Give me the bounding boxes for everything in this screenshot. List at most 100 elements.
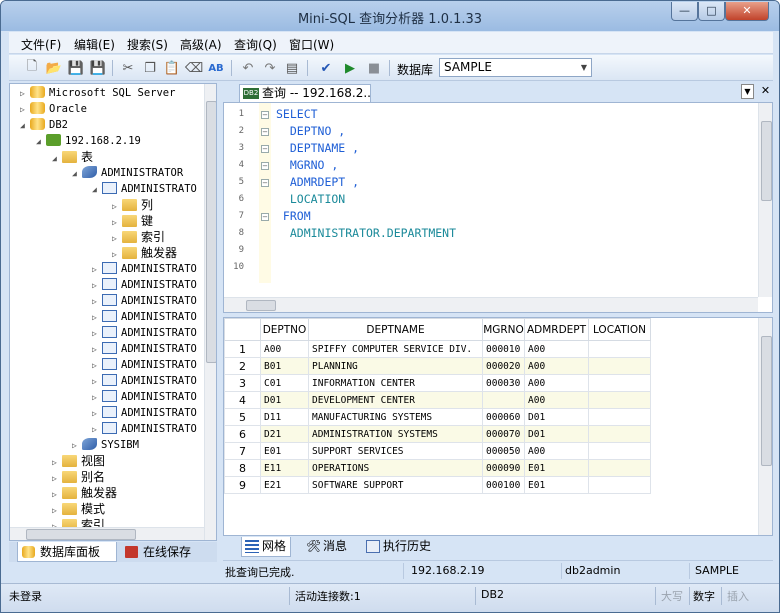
expand-arrow-icon[interactable]: ▷	[92, 262, 102, 278]
tree-node[interactable]: ▷ ADMINISTRATO	[92, 293, 197, 309]
tab-messages[interactable]: 🛠 消息	[303, 537, 347, 557]
table-cell[interactable]	[588, 425, 651, 443]
tree-node[interactable]: ▷ ADMINISTRATO	[92, 261, 197, 277]
table-cell[interactable]: INFORMATION CENTER	[308, 374, 483, 392]
table-cell[interactable]: 000060	[482, 408, 525, 426]
tree-node[interactable]: ▷ ADMINISTRATO	[92, 309, 197, 325]
tree-node[interactable]: ▷ ADMINISTRATO	[92, 357, 197, 373]
fold-toggle-icon[interactable]: −	[261, 111, 269, 119]
close-button[interactable]: ✕	[725, 2, 769, 21]
menu-window[interactable]: 窗口(W)	[289, 36, 334, 53]
editor-horizontal-scrollbar[interactable]	[224, 297, 758, 312]
table-cell[interactable]: MANUFACTURING SYSTEMS	[308, 408, 483, 426]
results-vertical-scrollbar[interactable]	[758, 318, 772, 535]
table-row[interactable]: 4 D01 DEVELOPMENT CENTER A00	[224, 391, 651, 409]
table-cell[interactable]: 000100	[482, 476, 525, 494]
table-cell[interactable]: 000070	[482, 425, 525, 443]
column-header[interactable]: ADMRDEPT	[524, 318, 589, 341]
tab-list-dropdown-icon[interactable]: ▼	[741, 84, 754, 99]
table-cell[interactable]: ADMINISTRATION SYSTEMS	[308, 425, 483, 443]
table-cell[interactable]: E11	[260, 459, 309, 477]
tree-node[interactable]: ▷ 触发器	[52, 485, 117, 501]
expand-arrow-icon[interactable]: ▷	[92, 358, 102, 374]
tree-node[interactable]: ▷ ADMINISTRATO	[92, 421, 197, 437]
expand-arrow-icon[interactable]: ▷	[92, 294, 102, 310]
table-cell[interactable]: A00	[524, 391, 589, 409]
row-number[interactable]: 8	[224, 459, 261, 477]
table-row[interactable]: 2 B01 PLANNING 000020 A00	[224, 357, 651, 375]
table-cell[interactable]: D01	[524, 425, 589, 443]
table-cell[interactable]: D11	[260, 408, 309, 426]
cut-icon[interactable]: ✂	[119, 59, 137, 77]
close-tab-icon[interactable]: ✕	[759, 84, 772, 99]
collapse-arrow-icon[interactable]: ◢	[52, 151, 62, 167]
tree-node[interactable]: ▷ Oracle	[20, 101, 87, 117]
redo-icon[interactable]: ↷	[261, 59, 279, 77]
replace-icon[interactable]: AB	[207, 59, 225, 77]
row-number[interactable]: 1	[224, 340, 261, 358]
row-number[interactable]: 4	[224, 391, 261, 409]
tab-database-panel[interactable]: 数据库面板	[17, 542, 117, 562]
table-row[interactable]: 1 A00 SPIFFY COMPUTER SERVICE DIV. 000010 A0…	[224, 340, 651, 358]
table-cell[interactable]: 000050	[482, 442, 525, 460]
save-icon[interactable]: 💾	[67, 59, 85, 77]
tree-node[interactable]: ▷ ADMINISTRATO	[92, 325, 197, 341]
tab-grid[interactable]: 网格	[241, 537, 291, 557]
fold-toggle-icon[interactable]: −	[261, 162, 269, 170]
tree-node[interactable]: ▷ 视图	[52, 453, 105, 469]
table-cell[interactable]: A00	[524, 442, 589, 460]
tree-node[interactable]: ▷ ADMINISTRATO	[92, 277, 197, 293]
collapse-arrow-icon[interactable]: ◢	[92, 182, 102, 198]
open-folder-icon[interactable]: 📂	[45, 59, 63, 77]
table-cell[interactable]: SOFTWARE SUPPORT	[308, 476, 483, 494]
table-cell[interactable]	[588, 442, 651, 460]
execute-icon[interactable]: ▶	[341, 59, 359, 77]
menu-search[interactable]: 搜索(S)	[127, 36, 168, 53]
tree-node[interactable]: ▷ ADMINISTRATO	[92, 341, 197, 357]
grid-corner[interactable]	[224, 318, 261, 341]
undo-icon[interactable]: ↶	[239, 59, 257, 77]
table-cell[interactable]: C01	[260, 374, 309, 392]
table-cell[interactable]: OPERATIONS	[308, 459, 483, 477]
table-cell[interactable]	[588, 357, 651, 375]
row-number[interactable]: 2	[224, 357, 261, 375]
table-cell[interactable]	[588, 408, 651, 426]
fold-toggle-icon[interactable]: −	[261, 179, 269, 187]
tree-horizontal-scrollbar[interactable]	[10, 527, 204, 540]
table-cell[interactable]: SPIFFY COMPUTER SERVICE DIV.	[308, 340, 483, 358]
save-all-icon[interactable]: 💾	[89, 59, 107, 77]
tree-node[interactable]: ▷ 别名	[52, 469, 105, 485]
expand-arrow-icon[interactable]: ▷	[92, 390, 102, 406]
row-number[interactable]: 5	[224, 408, 261, 426]
table-row[interactable]: 5 D11 MANUFACTURING SYSTEMS 000060 D01	[224, 408, 651, 426]
table-cell[interactable]: A00	[524, 340, 589, 358]
menu-query[interactable]: 查询(Q)	[234, 36, 277, 53]
table-cell[interactable]: PLANNING	[308, 357, 483, 375]
fold-toggle-icon[interactable]: −	[261, 128, 269, 136]
table-cell[interactable]: E01	[260, 442, 309, 460]
expand-arrow-icon[interactable]: ▷	[92, 422, 102, 438]
table-cell[interactable]: 000010	[482, 340, 525, 358]
tree-node[interactable]: ▷ Microsoft SQL Server	[20, 85, 175, 101]
tree-node[interactable]: ▷ ADMINISTRATO	[92, 405, 197, 421]
table-cell[interactable]: 000090	[482, 459, 525, 477]
tree-node[interactable]: ▷ 触发器	[112, 245, 177, 261]
results-grid[interactable]: DEPTNO DEPTNAME MGRNO ADMRDEPT LOCATION 1 A00…	[223, 317, 773, 536]
fold-toggle-icon[interactable]: −	[261, 145, 269, 153]
expand-arrow-icon[interactable]: ▷	[92, 310, 102, 326]
table-row[interactable]: 7 E01 SUPPORT SERVICES 000050 A00	[224, 442, 651, 460]
table-cell[interactable]: D01	[260, 391, 309, 409]
table-row[interactable]: 6 D21 ADMINISTRATION SYSTEMS 000070 D01	[224, 425, 651, 443]
collapse-arrow-icon[interactable]: ◢	[20, 118, 30, 134]
row-number[interactable]: 6	[224, 425, 261, 443]
table-cell[interactable]	[588, 374, 651, 392]
table-row[interactable]: 3 C01 INFORMATION CENTER 000030 A00	[224, 374, 651, 392]
row-number[interactable]: 9	[224, 476, 261, 494]
column-header[interactable]: LOCATION	[588, 318, 651, 341]
fold-toggle-icon[interactable]: −	[261, 213, 269, 221]
expand-arrow-icon[interactable]: ▷	[20, 86, 30, 102]
expand-arrow-icon[interactable]: ▷	[92, 278, 102, 294]
tree-node[interactable]: ◢ 表	[52, 149, 93, 165]
tree-node[interactable]: ▷ ADMINISTRATO	[92, 373, 197, 389]
column-header[interactable]: DEPTNAME	[308, 318, 483, 341]
